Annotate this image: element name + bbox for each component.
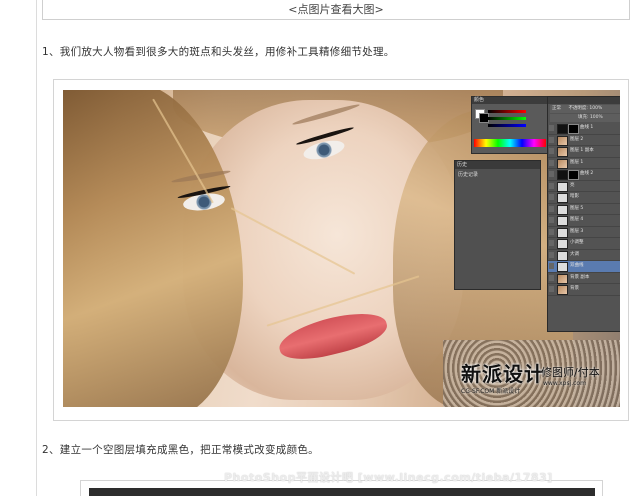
- layer-row[interactable]: 图层 1: [548, 158, 620, 169]
- layer-name: 曲线 2: [580, 171, 594, 176]
- layer-thumbnail: [557, 239, 568, 249]
- layer-thumbnail: [557, 124, 568, 134]
- visibility-eye-icon[interactable]: [549, 171, 554, 177]
- visibility-eye-icon[interactable]: [549, 125, 554, 131]
- next-image-top: [89, 488, 595, 496]
- visibility-eye-icon[interactable]: [549, 136, 554, 143]
- layer-thumbnail: [557, 147, 568, 157]
- layer-row[interactable]: 大调: [548, 250, 620, 261]
- layer-row[interactable]: 图层 5: [548, 204, 620, 215]
- layer-thumbnail: [557, 135, 568, 146]
- layer-row[interactable]: 暗影: [548, 192, 620, 204]
- visibility-eye-icon[interactable]: [549, 182, 554, 189]
- layer-row[interactable]: 图层 3: [548, 227, 620, 238]
- blue-slider[interactable]: [488, 124, 526, 127]
- visibility-eye-icon[interactable]: [549, 263, 554, 269]
- opacity-label: 不透明度: 100%: [568, 106, 603, 111]
- image-caption[interactable]: <点图片查看大图>: [42, 0, 630, 20]
- layer-thumbnail: [557, 181, 568, 192]
- ps-color-panel[interactable]: 颜色: [471, 96, 551, 154]
- visibility-eye-icon[interactable]: [549, 194, 554, 200]
- hair-left: [63, 90, 243, 407]
- layer-row[interactable]: 图层 1 副本: [548, 146, 620, 158]
- panel-title: 历史: [455, 161, 540, 169]
- footer-watermark: PhotoShop平面设计吧 [www.linecg.com/tieba/178…: [224, 471, 553, 484]
- ps-layers-panel[interactable]: 正常 不透明度: 100% 填充: 100% 曲线 1 图层 2 图层 1 副本 图层…: [547, 96, 620, 332]
- layer-mask-thumbnail: [568, 170, 579, 180]
- watermark-line1: CG-SF.COM 新派设计: [461, 388, 521, 395]
- layer-name: 背景: [570, 286, 579, 291]
- layer-row[interactable]: 小调整: [548, 238, 620, 250]
- history-item[interactable]: 历史记录: [455, 169, 540, 180]
- portrait-screenshot[interactable]: 颜色 历史 历史记录 正常 不透明度: 100% 填充: 100% 曲线 1 图层…: [63, 90, 620, 407]
- watermark-sub: 修图师/付本: [541, 366, 600, 379]
- panel-title: 颜色: [472, 97, 550, 104]
- watermark-title: 新派设计: [461, 362, 545, 386]
- layer-thumbnail: [557, 227, 568, 238]
- visibility-eye-icon[interactable]: [549, 251, 554, 258]
- visibility-eye-icon[interactable]: [549, 159, 554, 166]
- layer-name: 图层 3: [570, 228, 584, 234]
- layer-name: 图层 1: [570, 159, 584, 165]
- step-1-text: 1、我们放大人物看到很多大的斑点和头发丝，用修补工具精修细节处理。: [42, 46, 395, 58]
- green-slider[interactable]: [488, 117, 526, 120]
- layer-thumbnail: [557, 285, 568, 295]
- layer-row[interactable]: 曲线 2: [548, 169, 620, 181]
- caption-text: <点图片查看大图>: [288, 3, 384, 16]
- panel-titlebar: [548, 97, 620, 104]
- layer-row[interactable]: 图层 4: [548, 215, 620, 227]
- layer-name: 暗影: [570, 194, 579, 199]
- layer-thumbnail: [557, 250, 568, 261]
- layer-row[interactable]: 亮: [548, 181, 620, 192]
- fill-label: 填充: 100%: [578, 115, 603, 120]
- layer-thumbnail: [557, 193, 568, 203]
- red-slider[interactable]: [488, 110, 526, 113]
- layer-name: 双曲线: [570, 263, 584, 268]
- layer-name: 大调: [570, 251, 579, 257]
- visibility-eye-icon[interactable]: [549, 286, 554, 292]
- layer-name: 图层 4: [570, 217, 584, 222]
- layer-thumbnail: [557, 262, 568, 272]
- layer-row[interactable]: 背景: [548, 284, 620, 296]
- layer-name: 图层 1 副本: [570, 148, 594, 153]
- layer-name: 图层 2: [570, 136, 584, 142]
- layer-row[interactable]: 曲线 1: [548, 123, 620, 135]
- visibility-eye-icon[interactable]: [549, 148, 554, 154]
- step-2-text: 2、建立一个空图层填充成黑色，把正常模式改变成颜色。: [42, 444, 319, 456]
- layer-thumbnail: [557, 273, 568, 284]
- visibility-eye-icon[interactable]: [549, 228, 554, 235]
- color-spectrum[interactable]: [474, 139, 546, 147]
- visibility-eye-icon[interactable]: [549, 274, 554, 281]
- layer-mask-thumbnail: [568, 124, 579, 134]
- visibility-eye-icon[interactable]: [549, 240, 554, 246]
- layer-list: 曲线 1 图层 2 图层 1 副本 图层 1 曲线 2 亮暗影图层 5 图层 4 图层 3 小调…: [548, 123, 620, 296]
- layer-thumbnail: [557, 158, 568, 169]
- layer-row[interactable]: 双曲线: [548, 261, 620, 273]
- visibility-eye-icon[interactable]: [549, 217, 554, 223]
- layer-row[interactable]: 背景 副本: [548, 273, 620, 284]
- layer-name: 图层 5: [570, 205, 584, 211]
- layer-thumbnail: [557, 170, 568, 180]
- layer-name: 曲线 1: [580, 125, 594, 130]
- content-left-border: [36, 0, 37, 496]
- watermark-line2: www.xpsj.com: [543, 380, 586, 387]
- layer-row[interactable]: 图层 2: [548, 135, 620, 146]
- layer-name: 亮: [570, 182, 575, 188]
- layer-thumbnail: [557, 204, 568, 215]
- layer-thumbnail: [557, 216, 568, 226]
- blend-mode-select[interactable]: 正常 不透明度: 100%: [550, 105, 620, 113]
- ps-history-panel[interactable]: 历史 历史记录: [454, 160, 541, 290]
- blend-mode-value: 正常: [552, 106, 561, 111]
- layer-name: 背景 副本: [570, 274, 590, 280]
- fill-row[interactable]: 填充: 100%: [550, 114, 620, 122]
- visibility-eye-icon[interactable]: [549, 205, 554, 212]
- layer-name: 小调整: [570, 240, 584, 245]
